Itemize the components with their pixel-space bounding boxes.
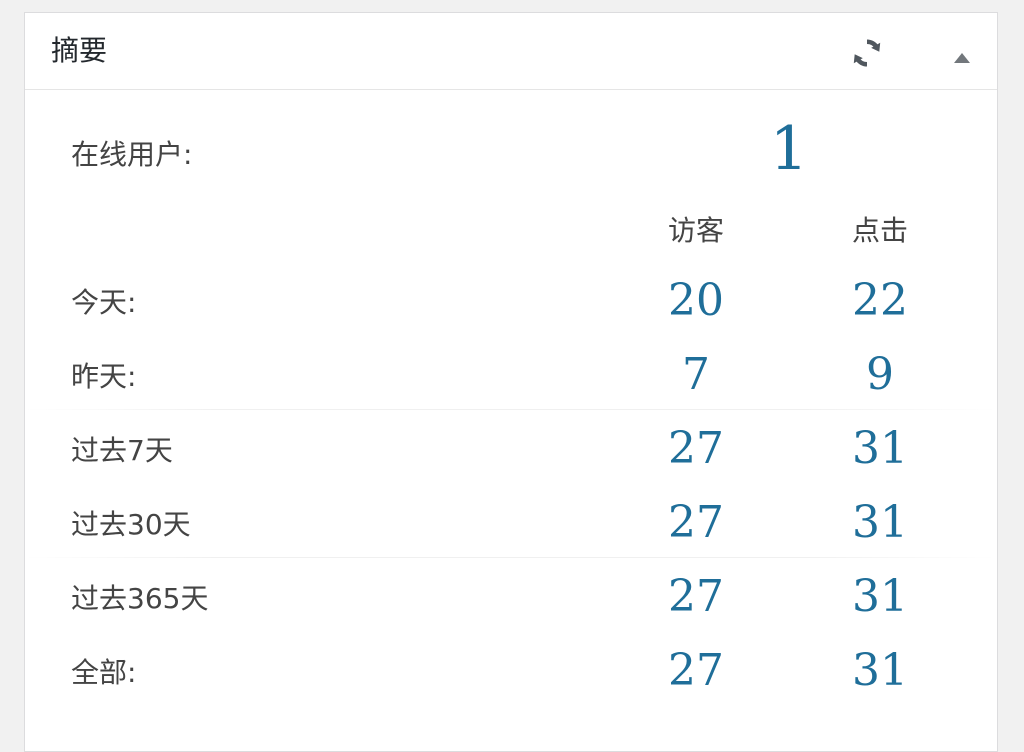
refresh-button[interactable] <box>847 33 887 73</box>
last-365-days-clicks: 31 <box>852 571 908 622</box>
today-clicks: 22 <box>852 275 908 326</box>
row-label-yesterday: 昨天: <box>71 360 137 393</box>
triangle-up-icon <box>954 53 970 63</box>
refresh-icon <box>853 39 881 67</box>
collapse-toggle-button[interactable] <box>945 41 979 75</box>
row-divider <box>25 557 997 558</box>
row-label-last-30-days: 过去30天 <box>71 508 191 541</box>
widget-header: 摘要 <box>25 13 997 90</box>
last-7-days-clicks: 31 <box>852 423 908 474</box>
last-30-days-visitors: 27 <box>668 497 724 548</box>
all-visitors: 27 <box>668 645 724 696</box>
all-clicks: 31 <box>852 645 908 696</box>
yesterday-visitors: 7 <box>682 349 710 400</box>
row-label-all: 全部: <box>71 656 137 689</box>
row-divider <box>25 409 997 410</box>
today-visitors: 20 <box>668 275 724 326</box>
row-label-today: 今天: <box>71 286 137 319</box>
visitors-column-header: 访客 <box>667 214 724 247</box>
row-label-last-365-days: 过去365天 <box>71 582 209 615</box>
clicks-column-header: 点击 <box>851 214 908 247</box>
summary-widget: 摘要 在线用户: 1 访客 点击 今天: 20 22 昨天: 7 9 过去7天 … <box>24 12 998 752</box>
last-365-days-visitors: 27 <box>668 571 724 622</box>
widget-title: 摘要 <box>51 34 108 67</box>
online-users-label: 在线用户: <box>71 138 193 171</box>
online-users-count: 1 <box>769 114 809 184</box>
row-label-last-7-days: 过去7天 <box>71 434 173 467</box>
yesterday-clicks: 9 <box>866 349 894 400</box>
last-30-days-clicks: 31 <box>852 497 908 548</box>
last-7-days-visitors: 27 <box>668 423 724 474</box>
